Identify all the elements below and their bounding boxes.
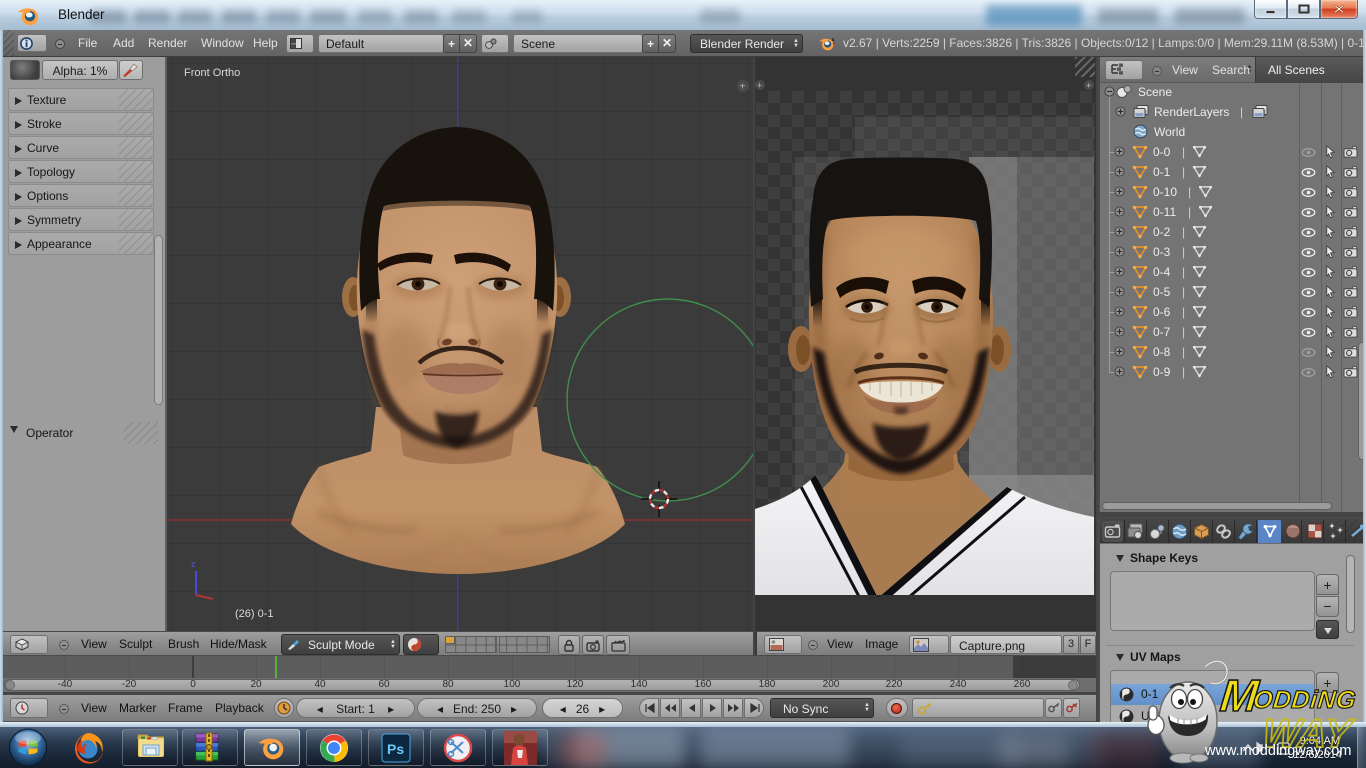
svg-text:z: z — [191, 559, 196, 569]
svg-text:ODDiNG: ODDiNG — [1252, 686, 1358, 714]
svg-text:Ps: Ps — [387, 741, 404, 757]
svg-text:+: + — [740, 82, 746, 93]
svg-text:+: + — [757, 81, 762, 91]
svg-text:+: + — [1086, 81, 1091, 91]
svg-text:www.moddingway.com: www.moddingway.com — [1204, 743, 1351, 759]
